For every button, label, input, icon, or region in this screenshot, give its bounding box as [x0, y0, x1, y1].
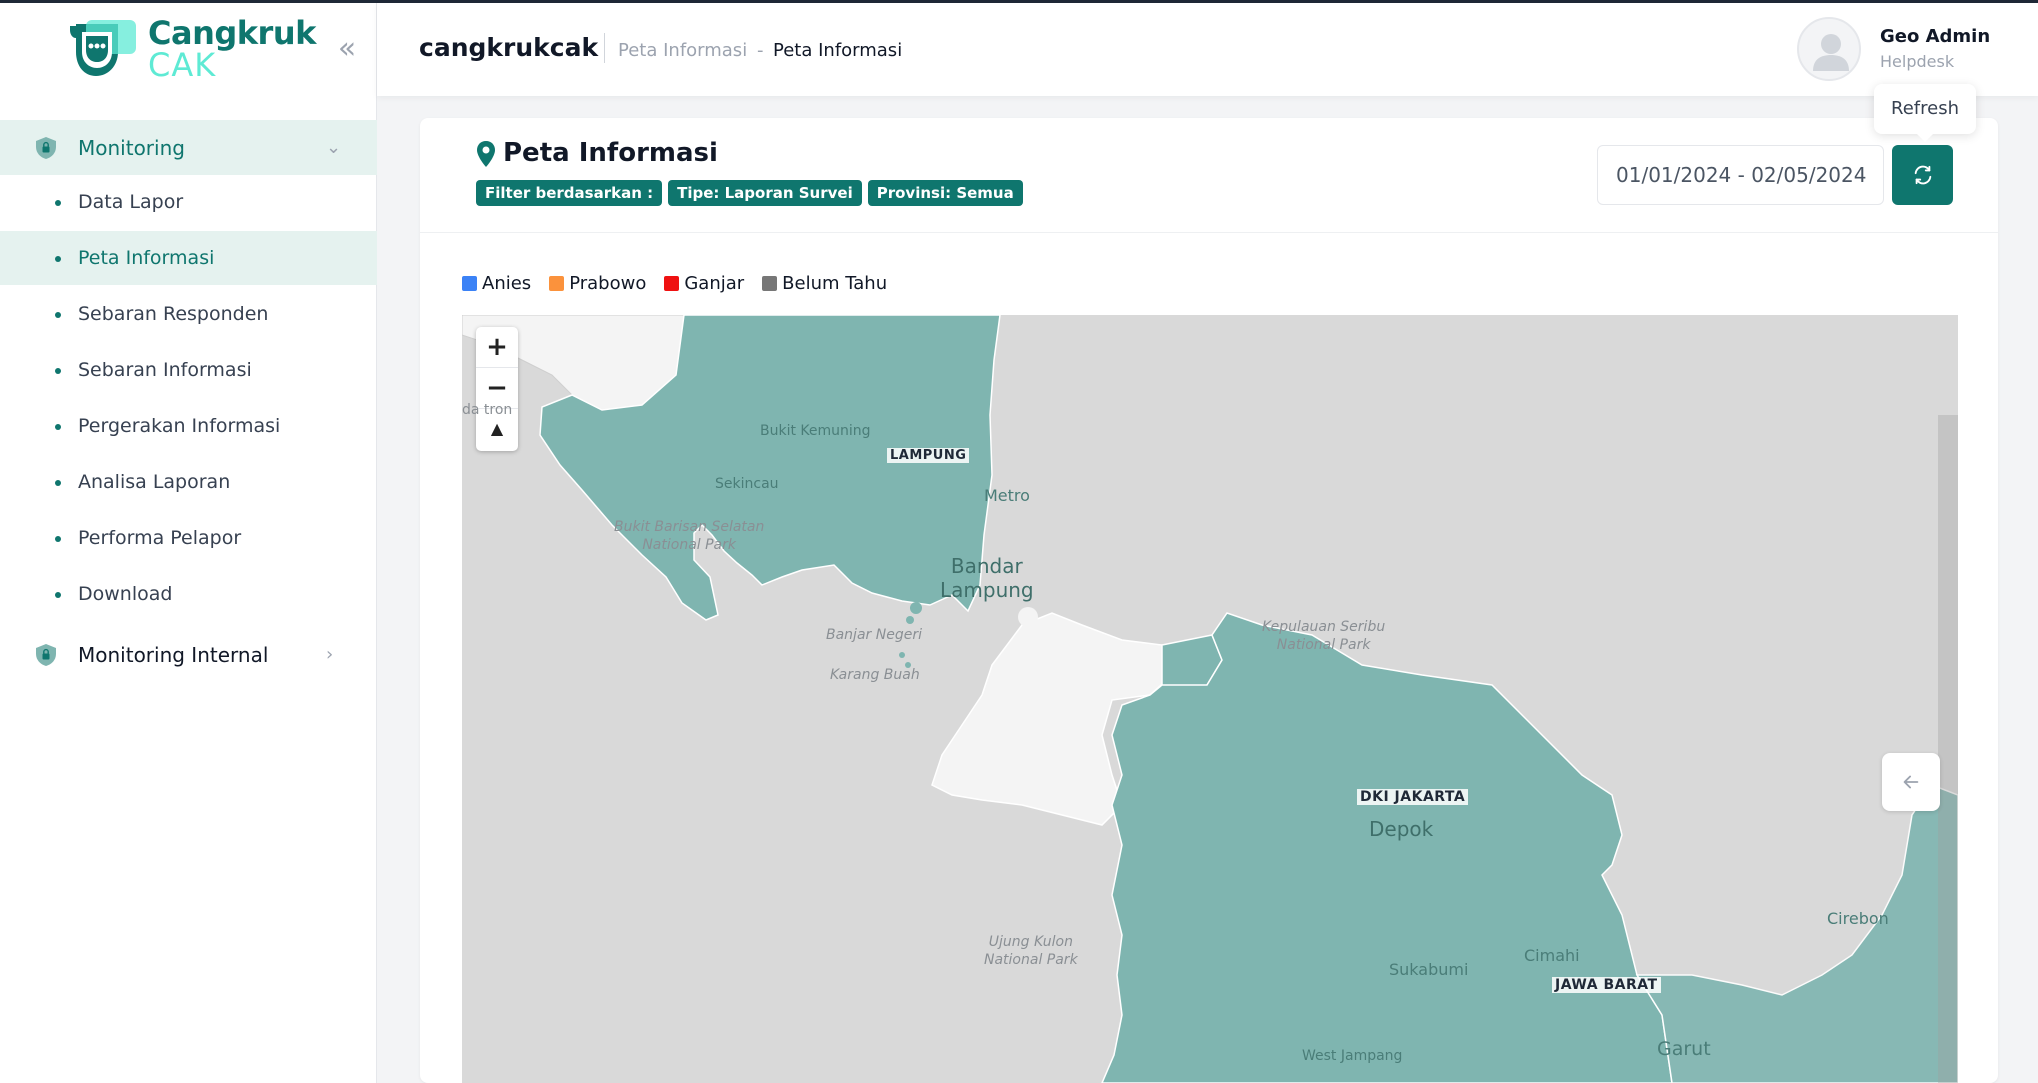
map-label-ujung-kulon: Ujung Kulon National Park: [984, 934, 1078, 968]
bullet-icon: [55, 424, 61, 430]
map-label-banjar-negeri: Banjar Negeri: [826, 627, 922, 643]
sidebar-item-analisa-laporan[interactable]: Analisa Laporan: [0, 455, 377, 509]
brand-subname: CAK: [148, 46, 217, 84]
bullet-icon: [55, 312, 61, 318]
expand-panel-button[interactable]: [1882, 753, 1940, 811]
breadcrumb-parent[interactable]: Peta Informasi: [618, 40, 747, 61]
sidebar-item-peta-informasi[interactable]: Peta Informasi: [0, 231, 377, 285]
shield-icon: [36, 644, 56, 666]
legend-label: Prabowo: [569, 273, 647, 294]
filter-badges: Filter berdasarkan : Tipe: Laporan Surve…: [476, 180, 1023, 206]
bullet-icon: [55, 592, 61, 598]
bullet-icon: [55, 480, 61, 486]
legend-swatch: [664, 276, 680, 291]
sidebar-item-sebaran-responden[interactable]: Sebaran Responden: [0, 287, 377, 341]
zoom-in-button[interactable]: +: [476, 327, 518, 368]
legend-label: Belum Tahu: [782, 273, 888, 294]
map-legend: Anies Prabowo Ganjar Belum Tahu: [462, 273, 887, 294]
map-label-cirebon: Cirebon: [1827, 909, 1889, 928]
sidebar-item-label: Data Lapor: [78, 191, 184, 213]
legend-item-anies: Anies: [462, 273, 531, 294]
legend-item-belum-tahu: Belum Tahu: [762, 273, 887, 294]
map-label-bukit-barisan: Bukit Barisan Selatan National Park: [614, 519, 765, 553]
nav-group-monitoring-internal[interactable]: Monitoring Internal ›: [0, 627, 377, 682]
sidebar-item-label: Performa Pelapor: [78, 527, 242, 549]
sidebar-item-data-lapor[interactable]: Data Lapor: [0, 175, 377, 229]
sidebar-item-performa-pelapor[interactable]: Performa Pelapor: [0, 511, 377, 565]
avatar[interactable]: [1797, 17, 1861, 81]
sidebar-item-label: Sebaran Responden: [78, 303, 269, 325]
legend-item-ganjar: Ganjar: [664, 273, 744, 294]
date-range-input[interactable]: 01/01/2024 - 02/05/2024: [1597, 145, 1884, 205]
map-card: Peta Informasi Filter berdasarkan : Tipe…: [420, 118, 1998, 1083]
map-label-garut: Garut: [1657, 1038, 1711, 1060]
map-label-jawa-barat: JAWA BARAT: [1552, 977, 1661, 993]
nav-group-monitoring[interactable]: Monitoring ⌄: [0, 120, 377, 175]
user-name[interactable]: Geo Admin: [1880, 26, 1990, 47]
user-silhouette-icon: [1813, 34, 1849, 71]
map-label-cimahi: Cimahi: [1524, 946, 1580, 965]
map-label-west-jampang: West Jampang: [1302, 1048, 1403, 1064]
refresh-icon: [1914, 165, 1931, 185]
sidebar-item-label: Analisa Laporan: [78, 471, 231, 493]
sidebar-item-label: Sebaran Informasi: [78, 359, 252, 381]
page-title: Peta Informasi: [503, 138, 718, 168]
legend-swatch: [762, 276, 778, 291]
legend-label: Anies: [482, 273, 532, 294]
map-label-bukit-kemuning: Bukit Kemuning: [760, 423, 871, 439]
sidebar-item-label: Peta Informasi: [78, 247, 215, 269]
zoom-controls: + − ▲: [476, 327, 518, 451]
legend-swatch: [462, 276, 477, 291]
map-label-edge: da tron: [462, 402, 513, 418]
breadcrumb-divider: [604, 33, 605, 63]
sidebar-item-download[interactable]: Download: [0, 567, 377, 621]
bullet-icon: [55, 536, 61, 542]
sidebar-item-label: Download: [78, 583, 173, 605]
sidebar: Cangkruk CAK « Monitoring ⌄ Data Lapor P…: [0, 3, 377, 1083]
sidebar-item-sebaran-informasi[interactable]: Sebaran Informasi: [0, 343, 377, 397]
collapse-sidebar-icon[interactable]: «: [332, 34, 362, 65]
map-canvas: [462, 315, 1958, 1083]
sidebar-item-label: Pergerakan Informasi: [78, 415, 281, 437]
map-label-kepulauan-seribu: Kepulauan Seribu National Park: [1262, 619, 1386, 653]
breadcrumb-separator: -: [757, 40, 764, 61]
filter-type-badge: Tipe: Laporan Survei: [668, 180, 862, 206]
map-label-karang-buah: Karang Buah: [830, 667, 920, 683]
app-name: cangkrukcak: [419, 33, 599, 62]
nav-group-label: Monitoring: [78, 135, 185, 160]
refresh-button[interactable]: [1892, 145, 1953, 205]
chevron-right-icon: ›: [326, 644, 334, 665]
map-label-dki-jakarta: DKI JAKARTA: [1357, 789, 1469, 805]
sidebar-item-pergerakan-informasi[interactable]: Pergerakan Informasi: [0, 399, 377, 453]
filter-province-badge: Provinsi: Semua: [867, 180, 1023, 206]
brand-logo[interactable]: Cangkruk CAK: [62, 17, 316, 81]
breadcrumb-current: Peta Informasi: [773, 40, 903, 61]
card-header: Peta Informasi Filter berdasarkan : Tipe…: [420, 118, 1998, 233]
bullet-icon: [55, 368, 61, 374]
legend-swatch: [549, 276, 565, 291]
chevron-down-icon: ⌄: [326, 137, 342, 158]
top-header: cangkrukcak Peta Informasi - Peta Inform…: [377, 3, 2038, 96]
bullet-icon: [55, 200, 61, 206]
map-label-bandar-lampung: Bandar Lampung: [940, 554, 1034, 602]
bullet-icon: [55, 256, 61, 262]
arrow-left-icon: [1903, 775, 1919, 789]
filter-label-badge: Filter berdasarkan :: [476, 180, 663, 206]
nav-group-label: Monitoring Internal: [78, 642, 269, 667]
legend-item-prabowo: Prabowo: [549, 273, 646, 294]
map-pin-icon: [477, 141, 495, 167]
map-label-sekincau: Sekincau: [715, 476, 779, 492]
map-label-sukabumi: Sukabumi: [1389, 960, 1469, 979]
map-label-lampung: LAMPUNG: [887, 448, 970, 463]
legend-label: Ganjar: [684, 273, 745, 294]
map-view[interactable]: + − ▲ da tron Bukit Kemuning LAMPUNG Sek…: [462, 315, 1958, 1083]
shield-icon: [36, 137, 56, 159]
brand-name: Cangkruk: [148, 14, 316, 52]
map-label-depok: Depok: [1369, 817, 1434, 841]
map-label-metro: Metro: [984, 486, 1030, 505]
user-role: Helpdesk: [1880, 52, 1955, 71]
cup-logo-icon: [62, 18, 138, 80]
refresh-tooltip: Refresh: [1874, 84, 1976, 142]
